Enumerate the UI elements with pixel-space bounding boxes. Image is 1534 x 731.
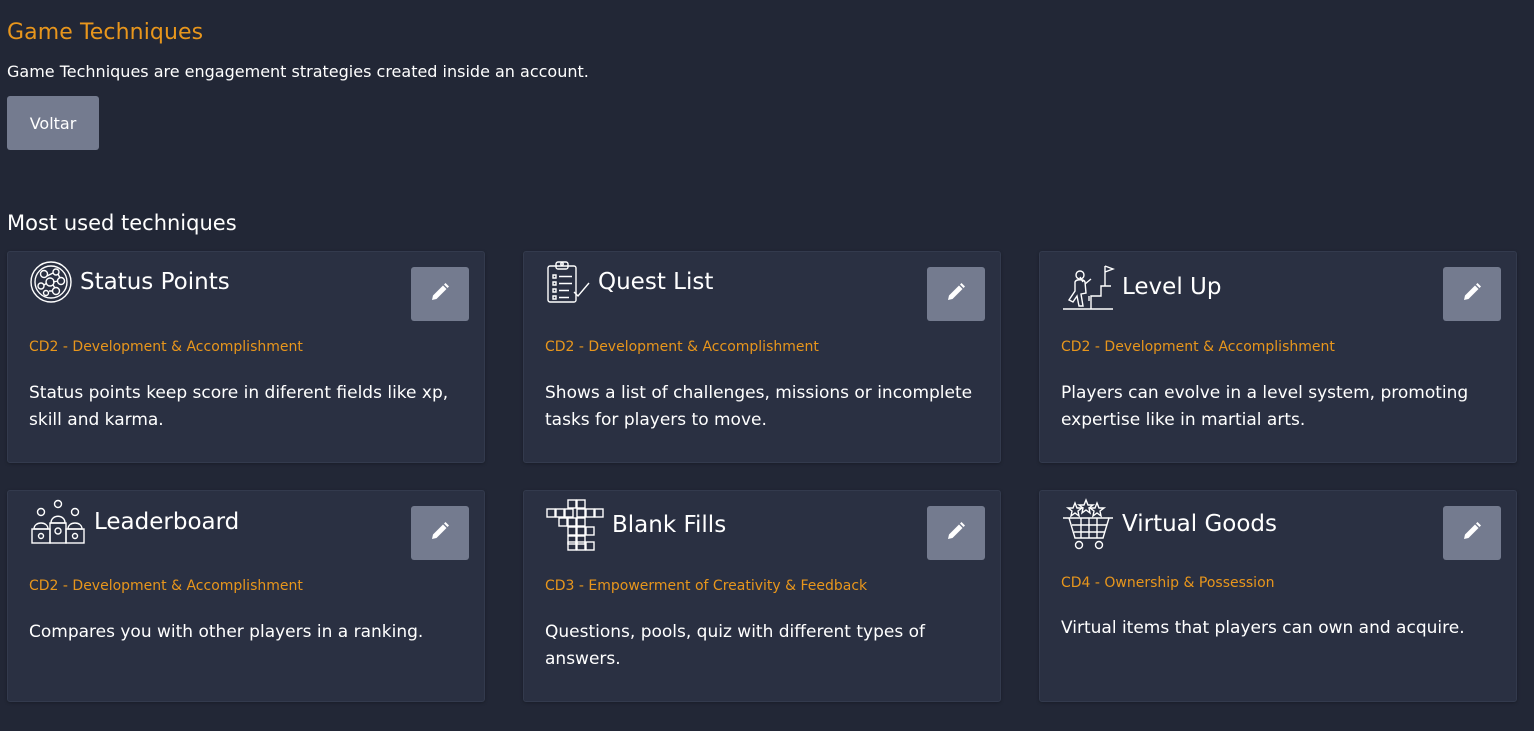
card-category: CD3 - Empowerment of Creativity & Feedba…	[545, 578, 868, 594]
edit-button[interactable]	[927, 267, 985, 321]
pencil-icon	[946, 521, 966, 545]
card-title: Blank Fills	[612, 512, 727, 538]
pencil-icon	[1462, 521, 1482, 545]
edit-button[interactable]	[1443, 267, 1501, 321]
technique-card-leaderboard[interactable]: Leaderboard CD2 - Development & Accompli…	[7, 490, 485, 702]
card-category: CD2 - Development & Accomplishment	[29, 578, 303, 594]
edit-button[interactable]	[411, 506, 469, 560]
status-points-icon	[29, 260, 73, 304]
card-header: Blank Fills	[545, 499, 726, 551]
card-header: Virtual Goods	[1061, 498, 1277, 550]
edit-button[interactable]	[927, 506, 985, 560]
pencil-icon	[946, 282, 966, 306]
virtual-goods-icon	[1061, 498, 1115, 550]
page-subtitle: Game Techniques are engagement strategie…	[7, 62, 589, 81]
section-title: Most used techniques	[7, 211, 237, 235]
leaderboard-icon	[29, 499, 87, 545]
card-description: Players can evolve in a level system, pr…	[1061, 383, 1469, 430]
blank-fills-icon	[545, 499, 605, 551]
card-title: Level Up	[1122, 274, 1222, 300]
card-category: CD2 - Development & Accomplishment	[29, 339, 303, 355]
card-header: Leaderboard	[29, 499, 239, 545]
card-header: Status Points	[29, 260, 230, 304]
quest-list-icon	[545, 259, 591, 305]
pencil-icon	[1462, 282, 1482, 306]
edit-button[interactable]	[1443, 506, 1501, 560]
card-title: Virtual Goods	[1122, 511, 1278, 537]
technique-card-level-up[interactable]: Level Up CD2 - Development & Accomplishm…	[1039, 251, 1517, 463]
technique-card-status-points[interactable]: Status Points CD2 - Development & Accomp…	[7, 251, 485, 463]
card-category: CD4 - Ownership & Possession	[1061, 575, 1275, 591]
card-description: Status points keep score in diferent fie…	[29, 383, 449, 430]
card-description: Virtual items that players can own and a…	[1061, 618, 1465, 638]
edit-button[interactable]	[411, 267, 469, 321]
card-description: Questions, pools, quiz with different ty…	[545, 622, 925, 669]
card-description: Shows a list of challenges, missions or …	[545, 383, 973, 430]
page-title: Game Techniques	[7, 20, 204, 45]
card-title: Status Points	[80, 269, 230, 295]
technique-card-virtual-goods[interactable]: Virtual Goods CD4 - Ownership & Possessi…	[1039, 490, 1517, 702]
card-category: CD2 - Development & Accomplishment	[545, 339, 819, 355]
card-description: Compares you with other players in a ran…	[29, 622, 424, 642]
pencil-icon	[430, 282, 450, 306]
card-header: Level Up	[1061, 262, 1221, 312]
card-category: CD2 - Development & Accomplishment	[1061, 339, 1335, 355]
card-title: Leaderboard	[94, 509, 240, 535]
level-up-icon	[1061, 262, 1115, 312]
technique-card-blank-fills[interactable]: Blank Fills CD3 - Empowerment of Creativ…	[523, 490, 1001, 702]
back-button[interactable]: Voltar	[7, 96, 99, 150]
technique-card-quest-list[interactable]: Quest List CD2 - Development & Accomplis…	[523, 251, 1001, 463]
card-header: Quest List	[545, 259, 713, 305]
pencil-icon	[430, 521, 450, 545]
card-title: Quest List	[598, 269, 714, 295]
